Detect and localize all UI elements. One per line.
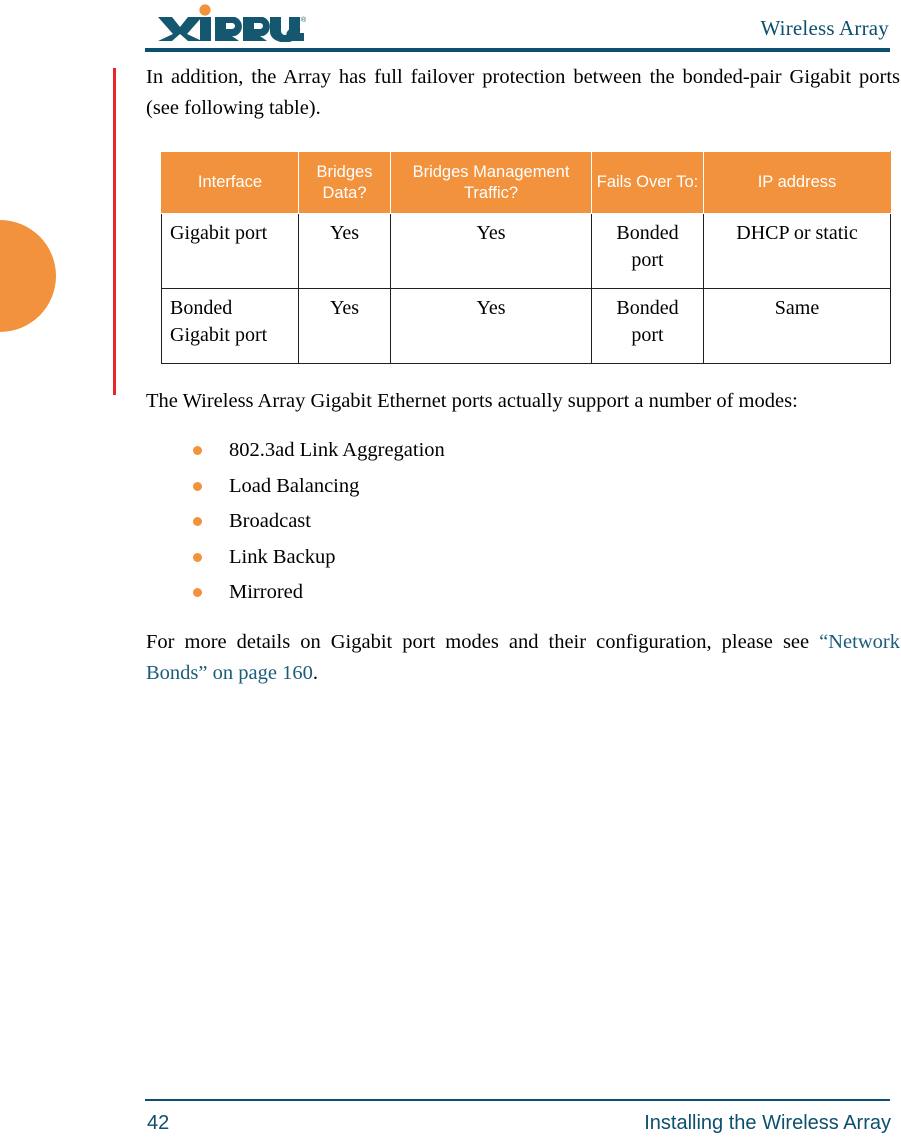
modes-list: 802.3ad Link Aggregation Load Balancing … [146,433,900,611]
table-header-fails-over-to: Fails Over To: [591,151,704,214]
revision-change-bar [113,68,116,395]
closing-text-after-link: . [312,661,318,684]
cell-bridges-management-traffic: Yes [390,213,592,289]
table-header-row: Interface Bridges Data? Bridges Manageme… [161,151,891,214]
cell-fails-over-to: Bonded port [591,213,704,289]
registered-trademark-mark: ® [301,16,307,24]
table-header-ip-address: IP address [703,151,891,214]
closing-text-before-link: For more details on Gigabit port modes a… [146,630,820,653]
list-item: Load Balancing [146,469,900,505]
bullet-icon [193,552,202,562]
list-item-label: Broadcast [229,510,311,532]
bullet-icon [193,517,202,526]
page-footer: 42 Installing the Wireless Array [0,1089,901,1137]
list-item-label: Mirrored [229,581,304,603]
modes-intro-paragraph: The Wireless Array Gigabit Ethernet port… [146,390,798,412]
xirrus-logo: ® [158,4,308,42]
list-item-label: Load Balancing [229,474,360,497]
list-item: 802.3ad Link Aggregation [146,433,900,469]
bullet-icon [193,588,202,597]
list-item: Broadcast [146,504,900,540]
margin-decoration-circle [0,220,56,332]
table-row: Bonded Gigabit port Yes Yes Bonded port … [161,288,891,364]
table-header-interface: Interface [161,151,299,214]
table-row: Gigabit port Yes Yes Bonded port DHCP or… [161,213,891,289]
list-item-label: Link Backup [229,545,336,568]
cell-fails-over-to: Bonded port [591,288,704,364]
xirrus-logo-icon: ® [158,4,307,42]
cell-interface: Gigabit port [161,213,299,289]
cell-bridges-management-traffic: Yes [390,288,592,364]
list-item: Mirrored [146,575,900,611]
footer-page-number: 42 [147,1112,170,1134]
bullet-icon [193,446,202,455]
list-item: Link Backup [146,540,900,576]
footer-section-title: Installing the Wireless Array [644,1112,891,1134]
bullet-icon [193,481,202,491]
header-rule [145,48,890,52]
page-content: In addition, the Array has full failover… [146,62,900,689]
footer-rule [145,1099,890,1101]
cell-ip-address: Same [703,288,891,364]
table-header-bridges-management-traffic: Bridges Management Traffic? [390,151,592,214]
header-title: Wireless Array [760,16,889,40]
list-item-label: 802.3ad Link Aggregation [229,439,445,461]
closing-paragraph: For more details on Gigabit port modes a… [146,627,900,689]
cell-bridges-data: Yes [298,288,391,364]
intro-paragraph: In addition, the Array has full failover… [146,66,900,119]
cell-bridges-data: Yes [298,213,391,289]
cell-ip-address: DHCP or static [703,213,891,289]
page-header: ® Wireless Array [0,0,901,56]
failover-table: Interface Bridges Data? Bridges Manageme… [161,151,891,364]
cell-interface: Bonded Gigabit port [161,288,299,364]
table-header-bridges-data: Bridges Data? [298,151,391,214]
